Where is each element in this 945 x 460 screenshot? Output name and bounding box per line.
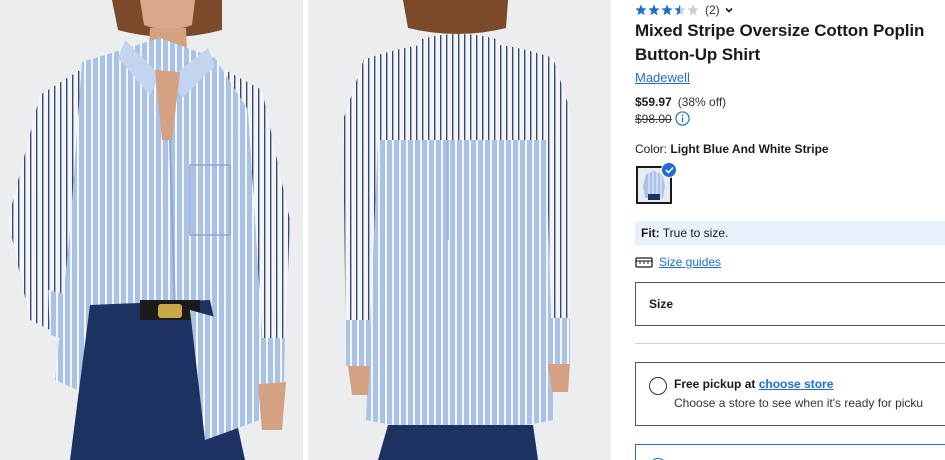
front-shirt-illustration bbox=[0, 0, 303, 460]
color-value: Light Blue And White Stripe bbox=[670, 142, 829, 156]
choose-store-link[interactable]: choose store bbox=[759, 377, 834, 391]
pickup-label: Free pickup at bbox=[674, 377, 756, 391]
original-price-row: $98.00 bbox=[635, 111, 690, 126]
back-shirt-illustration bbox=[308, 0, 611, 460]
color-label: Color: bbox=[635, 142, 668, 156]
star-empty-icon bbox=[687, 4, 699, 16]
star-full-icon bbox=[635, 4, 647, 16]
product-photo-front[interactable] bbox=[0, 0, 303, 460]
pickup-description: Choose a store to see when it's ready fo… bbox=[674, 396, 924, 410]
pickup-title: Free pickup at choose store bbox=[674, 377, 833, 391]
selected-color: Color: Light Blue And White Stripe bbox=[635, 142, 829, 156]
product-details-panel: (2) Mixed Stripe Oversize Cotton Poplin … bbox=[635, 0, 945, 460]
section-divider bbox=[635, 343, 945, 344]
fit-value: True to size. bbox=[662, 226, 729, 240]
size-guide[interactable]: Size guides bbox=[635, 255, 721, 269]
size-label: Size bbox=[649, 297, 674, 311]
size-guides-link[interactable]: Size guides bbox=[659, 255, 721, 269]
original-price: $98.00 bbox=[635, 111, 672, 126]
review-count: (2) bbox=[705, 3, 720, 17]
price-row: $59.97 (38% off) bbox=[635, 95, 726, 109]
product-title: Mixed Stripe Oversize Cotton Poplin Butt… bbox=[635, 21, 925, 64]
chevron-down-icon[interactable] bbox=[724, 5, 734, 15]
brand-link[interactable]: Madewell bbox=[635, 70, 690, 85]
star-full-icon bbox=[648, 4, 660, 16]
info-icon[interactable] bbox=[675, 111, 690, 126]
product-image-gallery bbox=[0, 0, 615, 460]
star-full-icon bbox=[661, 4, 673, 16]
size-selector[interactable]: Size bbox=[635, 282, 945, 326]
discount-percent: (38% off) bbox=[677, 95, 727, 109]
ruler-icon bbox=[635, 257, 653, 268]
pickup-radio[interactable] bbox=[649, 377, 667, 395]
product-photo-back[interactable] bbox=[308, 0, 611, 460]
fit-label: Fit: bbox=[641, 226, 660, 240]
fulfillment-option-shipping[interactable] bbox=[635, 444, 945, 460]
rating-summary[interactable]: (2) bbox=[635, 3, 734, 17]
star-half-icon bbox=[674, 4, 686, 16]
star-rating bbox=[635, 4, 699, 16]
fulfillment-option-pickup[interactable]: Free pickup at choose store Choose a sto… bbox=[635, 362, 945, 426]
fit-info: Fit: True to size. bbox=[635, 221, 945, 245]
sale-price: $59.97 bbox=[635, 95, 672, 109]
selected-check-icon bbox=[661, 162, 677, 178]
